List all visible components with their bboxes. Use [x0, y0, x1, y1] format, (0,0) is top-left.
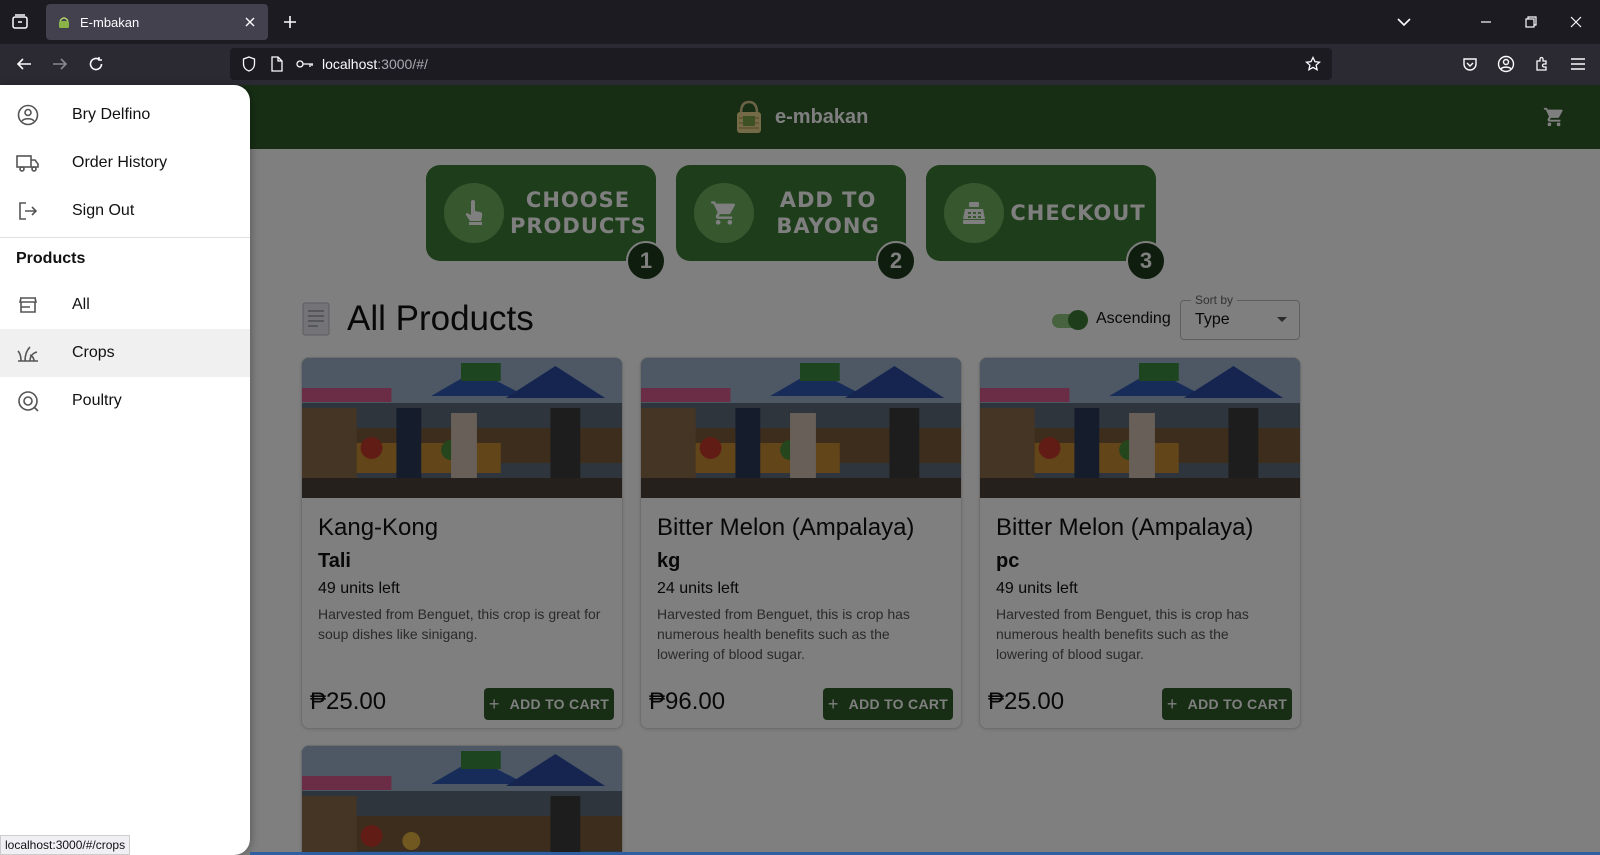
- pocket-icon[interactable]: [1458, 52, 1482, 76]
- url-path: :3000/#/: [377, 56, 428, 72]
- store-icon: [16, 293, 40, 317]
- account-circle-icon: [16, 103, 40, 127]
- logout-icon: [16, 199, 40, 223]
- drawer-divider: [0, 237, 250, 238]
- drawer-item-label: Order History: [72, 154, 168, 171]
- drawer-subheader: Products: [16, 250, 86, 267]
- basket-favicon-icon: [56, 14, 72, 30]
- drawer-item-sign-out[interactable]: Sign Out: [0, 187, 250, 235]
- url-host: localhost: [322, 56, 378, 72]
- truck-icon: [16, 151, 40, 175]
- drawer-item-crops[interactable]: Crops: [0, 329, 250, 377]
- minimize-icon[interactable]: [1474, 10, 1498, 34]
- drawer-item-all[interactable]: All: [0, 281, 250, 329]
- account-icon[interactable]: [1494, 52, 1518, 76]
- browser-tab-bar: E-mbakan: [0, 0, 1600, 44]
- navigation-drawer: Bry Delfino Order History Sign Out Produ…: [0, 85, 250, 855]
- drawer-item-label: Crops: [72, 344, 115, 361]
- drawer-item-label: All: [72, 296, 90, 313]
- new-tab-icon[interactable]: [278, 10, 302, 34]
- egg-icon: [16, 389, 40, 413]
- tab-title: E-mbakan: [80, 14, 140, 30]
- drawer-item-order-history[interactable]: Order History: [0, 139, 250, 187]
- forward-arrow-icon[interactable]: [48, 52, 72, 76]
- page-icon[interactable]: [266, 53, 288, 75]
- restore-icon[interactable]: [1519, 10, 1543, 34]
- tab-list-icon[interactable]: [8, 10, 32, 34]
- key-icon[interactable]: [294, 53, 316, 75]
- browser-tab[interactable]: E-mbakan: [46, 4, 268, 40]
- extensions-icon[interactable]: [1530, 52, 1554, 76]
- drawer-item-label: Sign Out: [72, 202, 135, 219]
- shield-icon[interactable]: [238, 53, 260, 75]
- close-window-icon[interactable]: [1564, 10, 1588, 34]
- back-arrow-icon[interactable]: [12, 52, 36, 76]
- status-bar-url: localhost:3000/#/crops: [0, 835, 131, 855]
- drawer-item-poultry[interactable]: Poultry: [0, 377, 250, 425]
- drawer-item-label: Poultry: [72, 392, 122, 409]
- close-tab-icon[interactable]: [242, 14, 258, 30]
- grass-icon: [16, 341, 40, 365]
- browser-nav-bar: localhost:3000/#/: [0, 44, 1600, 85]
- tab-overflow-chevron-icon[interactable]: [1392, 10, 1416, 34]
- address-bar[interactable]: localhost:3000/#/: [230, 48, 1332, 80]
- drawer-item-profile[interactable]: Bry Delfino: [0, 91, 250, 139]
- drawer-item-label: Bry Delfino: [72, 106, 151, 123]
- bookmark-star-icon[interactable]: [1302, 53, 1324, 75]
- menu-icon[interactable]: [1566, 52, 1590, 76]
- reload-icon[interactable]: [84, 52, 108, 76]
